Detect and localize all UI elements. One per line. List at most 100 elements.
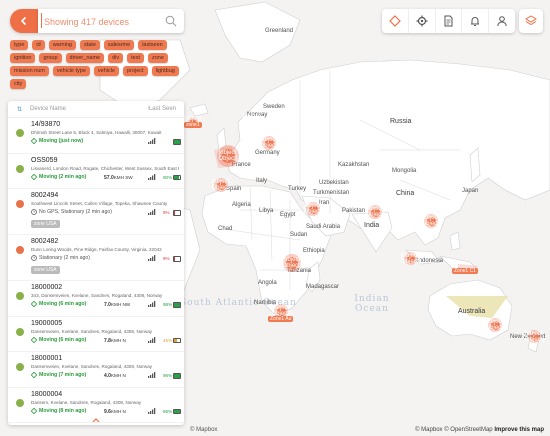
- layers-button[interactable]: [519, 9, 543, 33]
- map-zone-tag[interactable]: zone1: [184, 122, 202, 128]
- country-label: Algeria: [232, 202, 251, 208]
- device-row[interactable]: 18000002 343, Dansemveien, Kvelane, Sandn…: [8, 281, 184, 317]
- search-icon[interactable]: [164, 14, 178, 28]
- device-status-text: Moving (2 min ago): [39, 173, 87, 180]
- search-bar[interactable]: [38, 9, 184, 33]
- moving-diamond-icon: [31, 407, 37, 414]
- gear-icon: [416, 15, 428, 27]
- scroll-up-button[interactable]: [8, 415, 184, 425]
- battery-icon: [173, 408, 181, 414]
- battery-icon: [173, 302, 181, 308]
- filter-chip[interactable]: warning: [48, 40, 76, 50]
- map-zone-tag[interactable]: Zone1 C1: [452, 268, 478, 274]
- filter-chip[interactable]: salesrme: [103, 40, 135, 50]
- filter-chip[interactable]: lastseen: [138, 40, 167, 50]
- map-zone-tag[interactable]: Zone1 Au: [268, 316, 294, 322]
- cluster-marker[interactable]: [object Object]: [525, 330, 544, 343]
- search-input[interactable]: [42, 13, 166, 31]
- battery-icon: [173, 210, 181, 216]
- back-button[interactable]: [10, 9, 38, 33]
- bell-icon: [471, 17, 480, 26]
- zone-tag[interactable]: zone USA: [31, 220, 60, 228]
- cluster-marker[interactable]: [object Object]: [217, 145, 239, 167]
- device-speed: 7.8KMH N: [104, 338, 126, 344]
- country-label: Pakistan: [342, 208, 366, 214]
- reports-button[interactable]: [436, 9, 463, 33]
- device-address: Dansemveien, Kvelane, Sandnes, Rogaland,…: [31, 364, 153, 369]
- device-row[interactable]: 8002482 Dunn Loring Woods, Pine Ridge, Fa…: [8, 235, 184, 281]
- filter-chip[interactable]: mission num: [10, 66, 49, 76]
- cluster-marker[interactable]: [object Object]: [401, 252, 420, 265]
- zone-tag[interactable]: zone USA: [31, 266, 60, 274]
- filter-chip[interactable]: lightbug: [151, 66, 179, 76]
- column-device-name[interactable]: Device Name: [30, 106, 66, 112]
- speed-unit: KMH: [110, 373, 122, 378]
- filter-chip[interactable]: driver_name: [65, 53, 105, 63]
- battery-icon: [173, 337, 181, 343]
- device-speed: 57.0KMH SW: [104, 175, 133, 181]
- cluster-marker[interactable]: [object Object]: [486, 318, 505, 332]
- device-status-text: Moving (6 min ago): [39, 336, 87, 343]
- chevron-up-icon: [92, 418, 100, 423]
- device-row[interactable]: 19000005 Dansemveien, Kvelane, Sandnes, R…: [8, 317, 184, 352]
- cluster-marker[interactable]: [object Object]: [304, 202, 323, 216]
- filter-chip[interactable]: vehicle: [93, 66, 120, 76]
- cluster-marker[interactable]: [object Object]: [366, 205, 385, 219]
- account-button[interactable]: [489, 9, 515, 33]
- settings-button[interactable]: [409, 9, 436, 33]
- country-label: Mongolia: [392, 168, 417, 174]
- battery-percent: 45%: [163, 337, 173, 343]
- battery-icon: [173, 174, 181, 180]
- moving-diamond-icon: [31, 301, 37, 307]
- filter-chip[interactable]: test: [127, 53, 144, 63]
- speed-value: 4.0: [104, 373, 111, 379]
- device-status: Stationary (2 min ago): [31, 255, 90, 261]
- signal-icon: [148, 138, 156, 144]
- speed-value: 7.8: [104, 337, 111, 344]
- filter-chip[interactable]: project: [123, 66, 148, 76]
- country-label: Australia: [458, 308, 486, 315]
- device-id: 18000002: [31, 284, 63, 291]
- device-speed: 4.0KMH N: [104, 373, 126, 379]
- speed-unit: KMH: [110, 408, 122, 414]
- device-address: Lisvane/d, London Road, Rogate, Chichest…: [31, 165, 179, 171]
- country-label: Japan: [462, 188, 479, 194]
- device-status-text: Moving (7 min ago): [39, 372, 87, 378]
- country-label: Turkey: [288, 186, 307, 192]
- device-status: No GPS, Stationary (2 min ago): [31, 209, 112, 215]
- cluster-marker[interactable]: [object Object]: [212, 178, 231, 192]
- device-row[interactable]: 14/93870 Dhirnah Street Lane 5, Block 4, …: [8, 118, 184, 154]
- sort-arrows-icon[interactable]: ⇅: [17, 106, 22, 113]
- filter-chip[interactable]: vehicle type: [52, 66, 90, 76]
- filter-chip[interactable]: id: [32, 40, 45, 50]
- country-label: Sweden: [263, 104, 285, 110]
- device-row[interactable]: 18000001 Dansemveien, Kvelane, Sandnes, R…: [8, 352, 184, 388]
- device-id: 18000001: [31, 355, 63, 362]
- cluster-marker[interactable]: [object Object]: [422, 214, 441, 228]
- geofence-button[interactable]: [382, 9, 409, 33]
- device-id: 18000004: [31, 390, 63, 398]
- cluster-marker[interactable]: [object Object]: [283, 254, 302, 272]
- device-id: 14/93870: [31, 121, 61, 128]
- cluster-marker[interactable]: [object Object]: [260, 136, 279, 150]
- filter-chip[interactable]: zone: [148, 53, 168, 63]
- map-attribution[interactable]: © Mapbox © OpenStreetMap Improve this ma…: [415, 427, 544, 433]
- filter-chip[interactable]: div: [108, 53, 124, 63]
- heading-direction: N: [122, 337, 126, 343]
- mapbox-logo[interactable]: © Mapbox: [190, 427, 217, 433]
- device-status: Moving (6 min ago): [31, 301, 86, 307]
- filter-chip[interactable]: ignition: [10, 53, 36, 63]
- filter-chip[interactable]: city: [10, 79, 27, 89]
- device-status-dot: [16, 363, 24, 371]
- signal-icon: [148, 209, 156, 215]
- filter-chip[interactable]: state: [79, 40, 100, 50]
- moving-diamond-icon: [31, 336, 37, 343]
- notifications-button[interactable]: [462, 9, 490, 33]
- column-last-seen[interactable]: Last Seen: [149, 106, 176, 112]
- device-row[interactable]: 8002494 Southwest Lincoln Street, Cullen …: [8, 189, 184, 235]
- speed-value: 9.6: [104, 408, 111, 415]
- device-row[interactable]: OSS059 Lisvane/d, London Road, Rogate, Ch…: [8, 154, 184, 189]
- country-label: Madagascar: [306, 284, 340, 290]
- filter-chip[interactable]: group: [39, 53, 62, 63]
- filter-chip[interactable]: type: [10, 40, 29, 50]
